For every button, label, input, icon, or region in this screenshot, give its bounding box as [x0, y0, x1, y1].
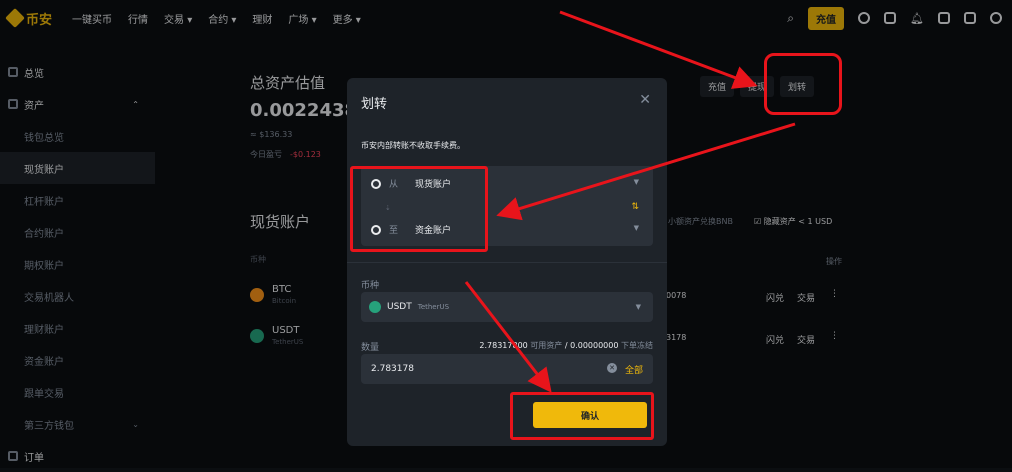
arrow-to-accounts [496, 122, 796, 221]
annotation-arrows [464, 10, 796, 393]
arrow-to-confirm [464, 281, 552, 393]
arrow-to-transfer [559, 10, 758, 89]
